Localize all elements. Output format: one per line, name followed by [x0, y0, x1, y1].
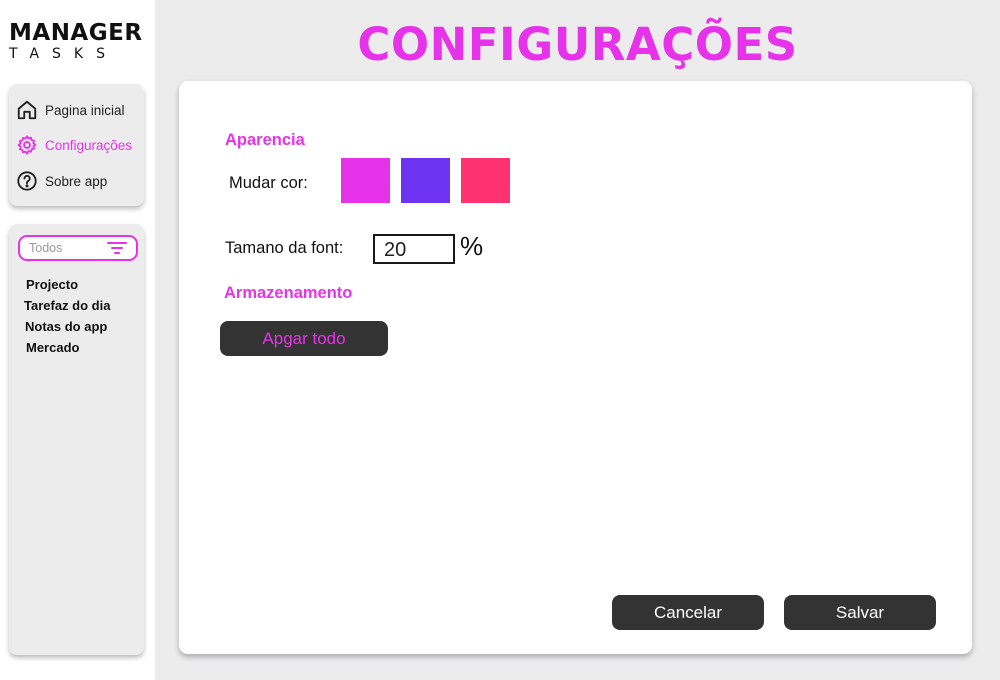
logo-sub-text: TASKS [9, 46, 118, 62]
nav-label-about: Sobre app [45, 173, 108, 189]
nav-label-settings: Configurações [45, 137, 133, 153]
nav-menu: Pagina inicial Configurações Sobre app [9, 84, 144, 206]
app-logo[interactable]: MANAGER TASKS [9, 20, 149, 62]
color-label: Mudar cor: [229, 174, 308, 192]
nav-label-home: Pagina inicial [45, 102, 125, 118]
task-lists-panel: Todos Projecto Tarefaz do dia Notas do a… [9, 224, 144, 655]
page-title: CONFIGURAÇÕES [357, 18, 798, 71]
filter-value: Todos [29, 241, 63, 255]
nav-item-home[interactable]: Pagina inicial [16, 97, 125, 123]
font-size-label: Tamano da font: [225, 239, 344, 257]
nav-item-about[interactable]: Sobre app [16, 168, 107, 194]
appearance-title: Aparencia [225, 131, 305, 149]
home-icon [17, 100, 37, 120]
list-item-notas[interactable]: Notas do app [25, 319, 107, 334]
sidebar: MANAGER TASKS Pagina inicial Configuraçõ… [0, 0, 155, 680]
gear-icon [17, 135, 37, 155]
logo-main-text: MANAGER [9, 20, 143, 46]
color-swatch-magenta[interactable] [341, 158, 390, 203]
cancel-button[interactable]: Cancelar [612, 595, 764, 630]
list-item-tarefaz[interactable]: Tarefaz do dia [24, 298, 110, 313]
color-swatch-purple[interactable] [401, 158, 450, 203]
delete-all-button[interactable]: Apgar todo [220, 321, 388, 356]
settings-panel: Aparencia Mudar cor: Tamano da font: % A… [179, 81, 972, 654]
storage-title: Armazenamento [224, 284, 353, 302]
save-button[interactable]: Salvar [784, 595, 936, 630]
list-item-projecto[interactable]: Projecto [26, 277, 78, 292]
nav-item-settings[interactable]: Configurações [16, 132, 132, 158]
help-icon [17, 171, 37, 191]
percent-sign: % [460, 231, 484, 261]
color-swatch-pink[interactable] [461, 158, 510, 203]
filter-select[interactable]: Todos [18, 235, 138, 261]
list-item-mercado[interactable]: Mercado [26, 340, 79, 355]
filter-icon[interactable] [107, 241, 127, 255]
font-size-input[interactable] [373, 234, 455, 264]
